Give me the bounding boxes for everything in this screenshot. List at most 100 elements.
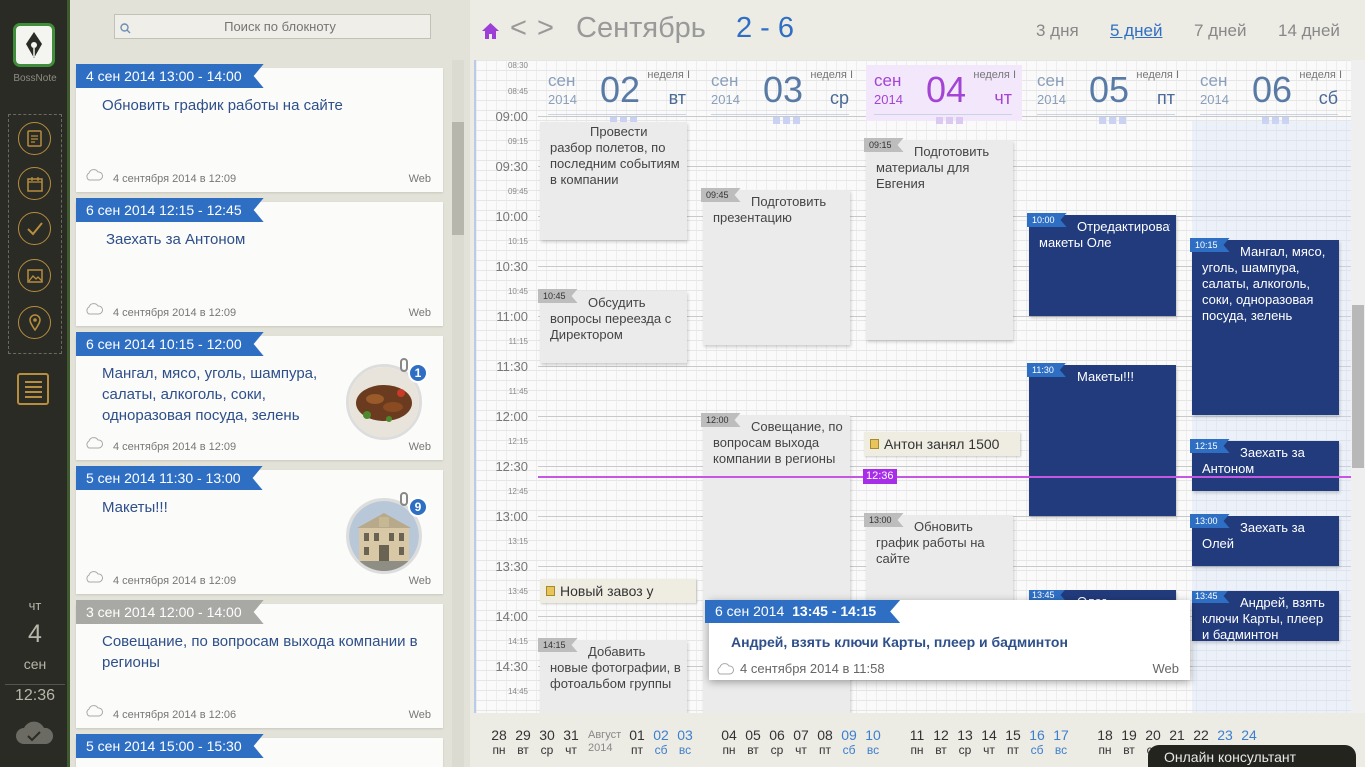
datestrip-day[interactable]: 09 сб (838, 728, 860, 758)
calendar-event[interactable]: 09:15 Подготовить материалы для Евгения (866, 140, 1013, 340)
datestrip-day[interactable]: 15 пт (1002, 728, 1024, 758)
calendar-event[interactable]: 09:45 Подготовить презентацию (703, 190, 850, 345)
home-icon[interactable] (481, 22, 500, 45)
datestrip-day[interactable]: 01 пт (626, 728, 648, 758)
calendar-icon[interactable] (18, 167, 51, 200)
datestrip-day[interactable]: 13 ср (954, 728, 976, 758)
datestrip-day[interactable]: 10 вс (862, 728, 884, 758)
notes-scrollbar[interactable] (452, 60, 464, 767)
datestrip-day-number: 03 (677, 727, 693, 743)
online-consultant-button[interactable]: Онлайн консультант (1148, 745, 1356, 767)
datestrip-day-number: 02 (653, 727, 669, 743)
list-icon[interactable] (17, 373, 49, 405)
calendar-event[interactable]: 10:00 Отредактировать макеты Оле (1029, 215, 1176, 316)
view-7-days[interactable]: 7 дней (1194, 21, 1246, 41)
location-icon[interactable] (18, 306, 51, 339)
day-header[interactable]: сен 2014 06 неделя I сб (1192, 65, 1348, 124)
datestrip-day[interactable]: 18 пн (1094, 728, 1116, 758)
time-label: 14:30 (495, 659, 528, 674)
datestrip-day[interactable]: 19 вт (1118, 728, 1140, 758)
calendar-scrollbar-thumb[interactable] (1352, 305, 1364, 468)
day-header[interactable]: сен 2014 03 неделя I ср (703, 65, 859, 124)
view-14-days[interactable]: 14 дней (1278, 21, 1340, 41)
datestrip-day[interactable]: 12 вт (930, 728, 952, 758)
cloud-icon (84, 436, 104, 454)
calendar-event[interactable]: Провести разбор полетов, по последним со… (540, 122, 687, 240)
datestrip-day[interactable]: 11 пн (906, 728, 928, 758)
datestrip-day-weekday: вт (935, 743, 947, 757)
check-icon[interactable] (18, 212, 51, 245)
search-input[interactable] (135, 15, 425, 38)
event-popup[interactable]: 6 сен 2014 13:45 - 14:15 Андрей, взять к… (709, 600, 1190, 680)
day-month: сен (874, 71, 902, 90)
image-icon[interactable] (18, 259, 51, 292)
quick-note-text: Новый завоз у (560, 583, 654, 599)
datestrip-day-number: 18 (1097, 727, 1113, 743)
datestrip-day[interactable]: 04 пн (718, 728, 740, 758)
notes-icon[interactable] (18, 122, 51, 155)
day-month: сен (711, 71, 739, 90)
cloud-icon (715, 662, 735, 680)
day-weekday: вт (668, 88, 686, 108)
attachment-count-badge: 1 (408, 363, 428, 383)
calendar-event[interactable]: 12:15 Заехать за Антоном (1192, 441, 1339, 491)
view-3-days[interactable]: 3 дня (1036, 21, 1079, 41)
quick-note[interactable]: Антон занял 1500 (864, 432, 1020, 456)
popup-title: Андрей, взять ключи Карты, плеер и бадми… (731, 634, 1068, 650)
datestrip-day[interactable]: 17 вс (1050, 728, 1072, 758)
datestrip-day[interactable]: 03 вс (674, 728, 696, 758)
datestrip-day-number: 05 (745, 727, 761, 743)
cloud-icon (84, 302, 104, 320)
calendar-event[interactable]: 13:45 Андрей, взять ключи Карты, плеер и… (1192, 591, 1339, 641)
note-card[interactable]: 5 сен 2014 11:30 - 13:00 Макеты!!! 9 4 с… (76, 470, 443, 594)
datestrip-day-number: 10 (865, 727, 881, 743)
note-card[interactable]: 3 сен 2014 12:00 - 14:00 Совещание, по в… (76, 604, 443, 728)
quick-note[interactable]: Новый завоз у (540, 579, 696, 603)
day-number: 02 (600, 69, 641, 110)
time-label: 12:15 (507, 437, 528, 446)
logo-icon[interactable] (13, 23, 55, 67)
day-header[interactable]: сен 2014 02 неделя I вт (540, 65, 696, 124)
time-label: 09:45 (507, 187, 528, 196)
calendar-event[interactable]: 14:15 Добавить новые фотографии, в фотоа… (540, 640, 687, 713)
day-header-today[interactable]: сен 2014 04 неделя I чт (866, 65, 1022, 124)
search-box[interactable] (114, 14, 431, 39)
datestrip-day-weekday: пт (631, 743, 643, 757)
calendar-event[interactable]: 10:15 Мангал, мясо, уголь, шампура, сала… (1192, 240, 1339, 415)
rail-time: 12:36 (5, 684, 65, 705)
note-card[interactable]: 6 сен 2014 12:15 - 12:45 Заехать за Анто… (76, 202, 443, 326)
datestrip-day[interactable]: 07 чт (790, 728, 812, 758)
note-source: Web (408, 307, 431, 319)
datestrip-day-weekday: пн (492, 743, 506, 757)
cloud-icon[interactable] (14, 720, 54, 751)
datestrip-day[interactable]: 29 вт (512, 728, 534, 758)
datestrip-day-number: 09 (841, 727, 857, 743)
time-label: 10:00 (495, 209, 528, 224)
note-card[interactable]: 4 сен 2014 13:00 - 14:00 Обновить график… (76, 68, 443, 192)
datestrip-day[interactable]: 30 ср (536, 728, 558, 758)
datestrip-day[interactable]: 08 пт (814, 728, 836, 758)
notes-scrollbar-thumb[interactable] (452, 122, 464, 235)
calendar-event[interactable]: 10:45 Обсудить вопросы переезда с Директ… (540, 291, 687, 363)
day-header[interactable]: сен 2014 05 неделя I пт (1029, 65, 1185, 124)
day-year: 2014 (874, 92, 903, 107)
datestrip-day[interactable]: 02 сб (650, 728, 672, 758)
datestrip-day[interactable]: 31 чт (560, 728, 582, 758)
datestrip-day[interactable]: 28 пн (488, 728, 510, 758)
period-nav-buttons[interactable]: < > (510, 12, 555, 45)
datestrip-day[interactable]: 06 ср (766, 728, 788, 758)
rail-weekday: чт (28, 598, 42, 613)
note-card[interactable]: 6 сен 2014 10:15 - 12:00 Мангал, мясо, у… (76, 336, 443, 460)
calendar-scrollbar[interactable] (1351, 60, 1365, 713)
note-card[interactable]: 5 сен 2014 15:00 - 15:30 (76, 738, 443, 767)
view-5-days[interactable]: 5 дней (1110, 21, 1162, 41)
calendar-event[interactable]: 13:00 Заехать за Олей (1192, 516, 1339, 566)
datestrip-day-weekday: вс (1054, 743, 1068, 757)
rail-day: 4 (28, 620, 42, 648)
calendar-event[interactable]: 13:00 Обновить график работы на сайте (866, 515, 1013, 605)
datestrip-day[interactable]: 14 чт (978, 728, 1000, 758)
datestrip-day[interactable]: 05 вт (742, 728, 764, 758)
datestrip-day[interactable]: 16 сб (1026, 728, 1048, 758)
event-title: Совещание, по вопросам выхода компании в… (713, 419, 843, 466)
calendar-event[interactable]: 11:30 Макеты!!! (1029, 365, 1176, 516)
